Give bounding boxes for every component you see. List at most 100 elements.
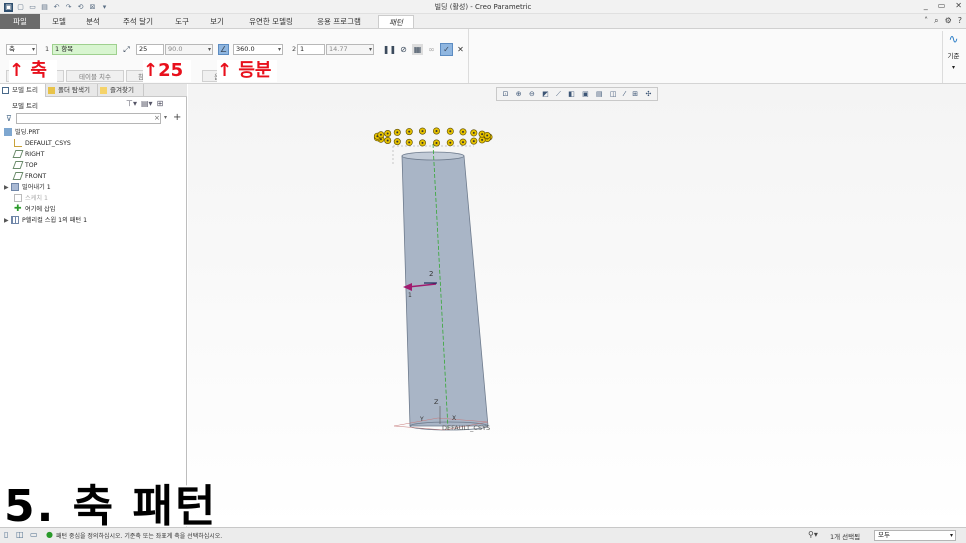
navigator-panel: 모델 트리 폴더 탐색기 즐겨찾기 모델 트리 ⊤▾ ▤▾ ⊞ ⊽ × ▾ + … [0,84,187,527]
sketch-icon [14,194,22,202]
annotation-axis: ↑ 축 [9,60,57,82]
tab-favorites[interactable]: 즐겨찾기 [98,84,144,97]
tree-item-front[interactable]: FRONT [12,172,47,182]
tree-item-part-label: 빌딩.PRT [15,129,40,136]
graphics-window[interactable]: ⊡ ⊕ ⊖ ◩ ⟋ ◧ ▣ ▤ ◫ ⁄ ⊞ ✣ 2 1 Z Y X DEFAUL… [188,84,966,527]
pattern-member-center [462,141,464,144]
tree-item-extrude[interactable]: ▶ 밀어내기 1 [4,183,51,193]
cancel-x-icon[interactable]: ✕ [455,44,466,55]
layout-icon[interactable]: ▯ [4,530,8,539]
preview-glasses-icon[interactable]: ∞ [426,44,437,55]
browser-icon[interactable]: ◫ [16,530,24,539]
search-options-icon[interactable]: ▾ [164,114,167,121]
tab-file[interactable]: 파일 [0,14,40,29]
tab-favorites-label: 즐겨찾기 [110,86,134,94]
tree-show-icon[interactable]: ▤▾ [141,99,153,108]
close-window-button[interactable]: ✕ [955,1,962,10]
restore-button[interactable]: ▭ [938,1,946,10]
no-preview-icon[interactable]: ⊘ [398,44,409,55]
pattern-member-center [449,141,452,144]
tab-applications[interactable]: 응용 프로그램 [311,15,367,28]
plane-icon [12,172,24,180]
tree-item-insert-here[interactable]: ✚ 여기에 삽입 [14,205,55,215]
pattern-member-center [462,130,464,133]
csys-y-label: Y [419,416,424,423]
second-direction-label: 2 [292,45,297,53]
pause-icon[interactable]: ❚❚ [383,44,396,55]
navigator-tabs: 모델 트리 폴더 탐색기 즐겨찾기 [0,84,187,97]
tab-folder-browser[interactable]: 폴더 탐색기 [46,84,98,97]
tree-search-input[interactable] [16,113,161,124]
second-direction-count-input[interactable]: 1 [297,44,325,55]
search-icon[interactable]: ⌕ [934,16,938,26]
ok-checkmark-icon[interactable]: ✓ [440,43,453,56]
ribbon-right-tools: ˄ ⌕ ⚙ ? [924,16,962,26]
tree-tools: ⊤▾ ▤▾ ⊞ [126,99,163,108]
tree-settings-icon[interactable]: ⊤▾ [126,99,137,108]
tree-item-sketch[interactable]: 스케치 1 [14,194,48,204]
tab-annotate[interactable]: 주석 달기 [118,15,158,28]
angular-extent-input[interactable]: 360.0 [233,44,283,55]
tab-model-tree-label: 모델 트리 [12,86,38,94]
first-angle-input[interactable]: 90.0 [165,44,213,55]
datum-dropdown-icon[interactable]: ▾ [943,64,964,71]
tab-tools[interactable]: 도구 [170,15,194,28]
axis-reference-collector[interactable]: 1 항목 [52,44,117,55]
tree-expand-icon[interactable]: ⊞ [157,99,164,108]
tree-item-pattern-label: P헬리컬 스윕 1의 패턴 1 [22,217,88,224]
filter-icon: ⊽ [6,114,12,123]
pattern-member-center [435,142,438,144]
fullscreen-icon[interactable]: ▭ [30,530,38,539]
expand-arrow-icon[interactable]: ▶ [4,216,11,226]
settings-icon[interactable]: ⚙ [945,16,952,26]
annotation-count: ↑25 [143,60,191,82]
tab-pattern[interactable]: 패턴 [378,15,414,28]
minimize-button[interactable]: _ [924,1,928,10]
tree-item-top-label: TOP [25,162,38,169]
tree-item-right-label: RIGHT [25,151,45,158]
tab-view[interactable]: 보기 [204,15,230,28]
tree-item-right[interactable]: RIGHT [12,150,45,160]
pattern-member-center [435,130,438,132]
csys-name-label: DEFAULT_CSYS [442,424,490,432]
pattern-member-center [421,130,424,133]
tree-item-front-label: FRONT [25,173,47,180]
angular-spacing-icon[interactable]: ⤢ [121,44,132,55]
tree-item-csys[interactable]: DEFAULT_CSYS [14,139,71,149]
find-icon[interactable]: ⚲▾ [808,530,818,539]
pattern-type-select[interactable]: 축 [6,44,37,55]
tab-analysis[interactable]: 분석 [80,15,106,28]
pattern-member-center [449,130,452,133]
tree-item-top[interactable]: TOP [12,161,38,171]
tab-flexible-modeling[interactable]: 유연한 모델링 [243,15,299,28]
cylinder-body [401,155,489,427]
folder-icon [48,87,55,94]
add-filter-icon[interactable]: + [173,112,181,123]
tab-model[interactable]: 모델 [46,15,72,28]
clear-search-icon[interactable]: × [154,114,160,122]
tree-item-part[interactable]: 빌딩.PRT [4,128,40,138]
first-direction-count-input[interactable]: 25 [136,44,164,55]
pattern-member-center [472,131,475,134]
window-title: 빌딩 (활성) - Creo Parametric [434,3,532,11]
datum-icon[interactable]: ∿ [943,31,964,47]
pattern-member-center [472,140,475,143]
pattern-preview-dots [373,127,493,147]
csys-icon [14,139,22,147]
selection-filter-select[interactable]: 모두 ▾ [874,530,956,541]
window-controls: _ ▭ ✕ [924,1,962,10]
expand-arrow-icon[interactable]: ▶ [4,183,11,193]
tutorial-caption: 5. 축 패턴 [4,481,218,532]
verify-icon[interactable]: ▦ [412,44,423,55]
second-spacing-input[interactable]: 14.77 [326,44,374,55]
collapse-ribbon-icon[interactable]: ˄ [924,16,928,26]
datum-group[interactable]: ∿ 기준 ▾ [942,31,964,83]
pattern-member-center [386,139,389,142]
tree-item-pattern[interactable]: ▶ P헬리컬 스윕 1의 패턴 1 [4,216,87,226]
subtab-table-dimensions[interactable]: 테이블 치수 [66,70,124,82]
selection-count: 1개 선택됨 [830,533,861,541]
help-icon[interactable]: ? [958,16,962,26]
tab-model-tree[interactable]: 모델 트리 [0,84,46,97]
set-angular-extent-icon[interactable]: ∠ [218,44,229,55]
extrude-icon [11,183,19,191]
